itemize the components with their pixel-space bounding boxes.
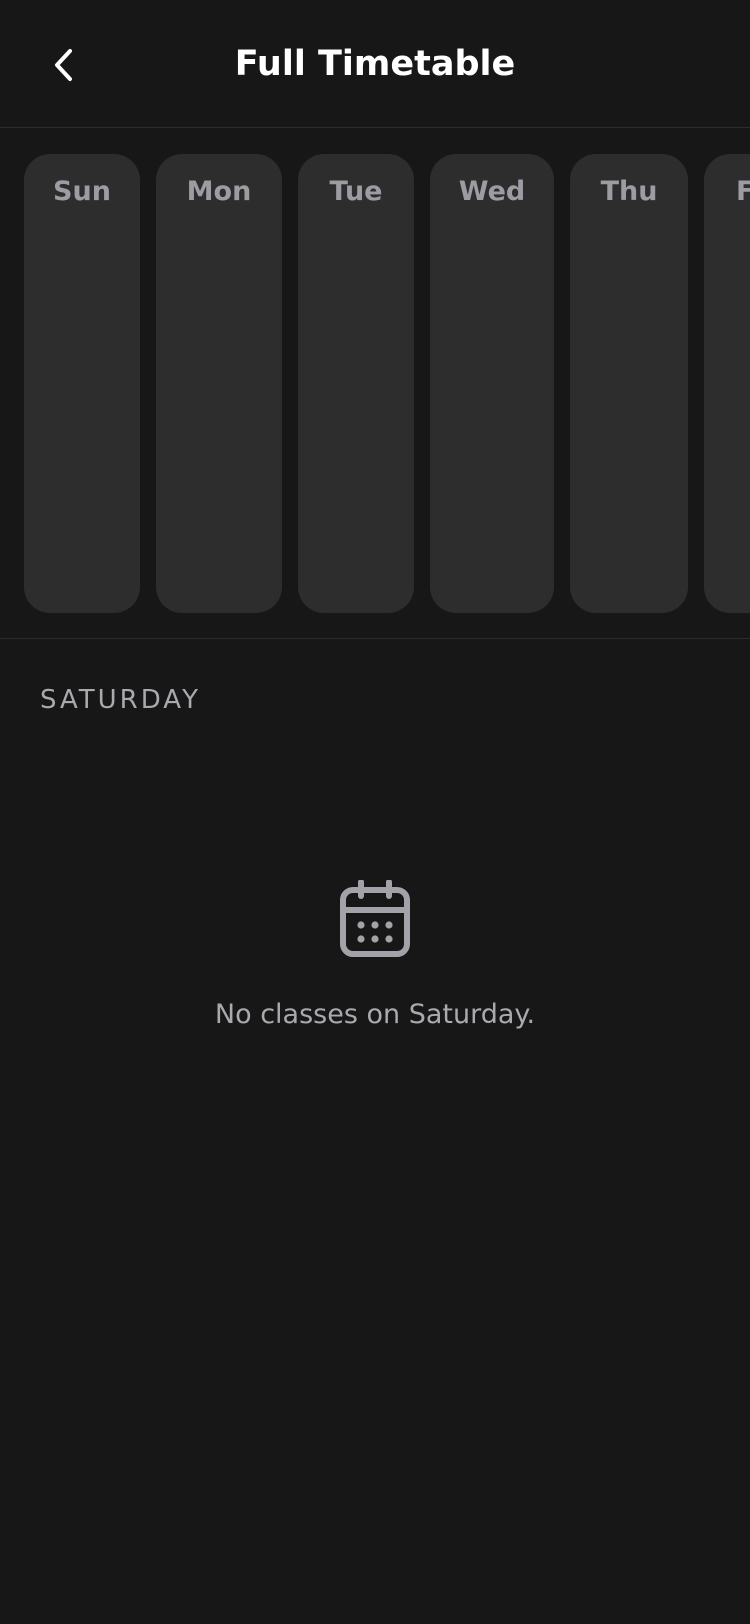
day-label: Thu <box>600 176 658 207</box>
day-label: Mon <box>186 176 252 207</box>
day-strip[interactable]: Sun Mon Tue Wed Thu F <box>0 128 750 639</box>
day-label: Tue <box>329 176 383 207</box>
page-title: Full Timetable <box>234 44 516 84</box>
calendar-icon <box>340 880 410 957</box>
empty-state: No classes on Saturday. <box>0 880 750 1034</box>
empty-message: No classes on Saturday. <box>214 999 536 1030</box>
selected-day-heading: SATURDAY <box>40 685 201 715</box>
day-column-tue[interactable]: Tue <box>298 154 414 613</box>
day-column-thu[interactable]: Thu <box>570 154 688 613</box>
day-label: F <box>704 172 750 212</box>
app-header: Full Timetable <box>0 0 750 128</box>
day-label: Wed <box>458 176 526 207</box>
day-column-mon[interactable]: Mon <box>156 154 282 613</box>
day-label: Sun <box>53 176 111 207</box>
day-column-sun[interactable]: Sun <box>24 154 140 613</box>
day-column-fri[interactable]: F <box>704 154 750 613</box>
day-column-wed[interactable]: Wed <box>430 154 554 613</box>
